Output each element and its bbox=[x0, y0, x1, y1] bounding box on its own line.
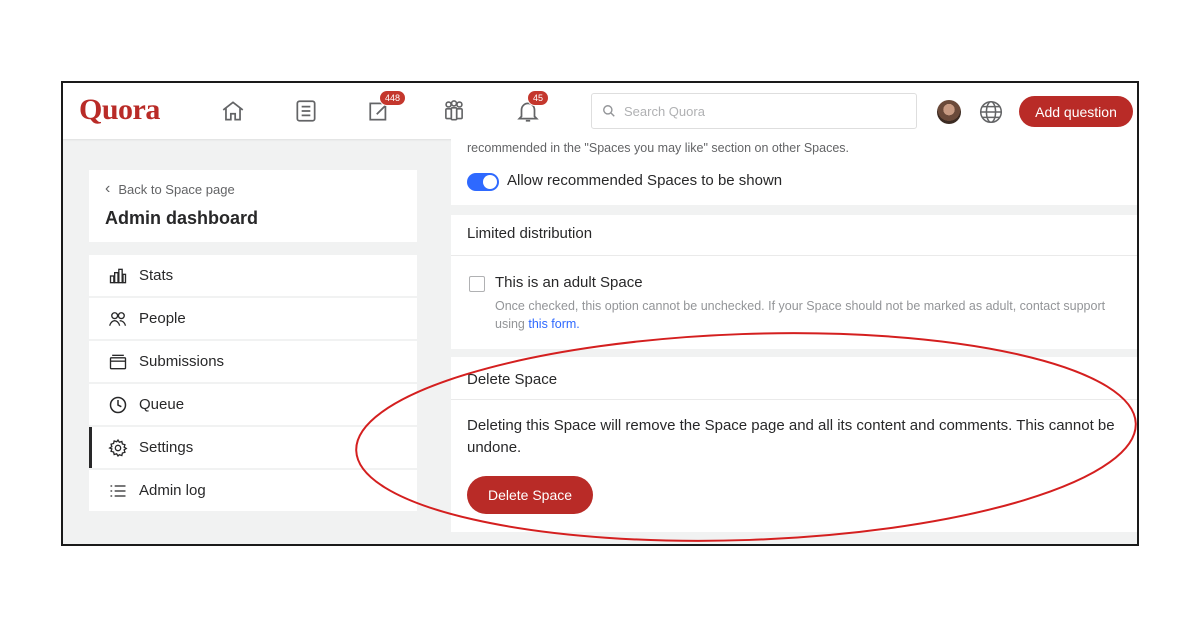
quora-logo[interactable]: Quora bbox=[79, 93, 160, 127]
adult-space-checkbox[interactable] bbox=[469, 276, 485, 292]
chevron-left-icon: ‹ bbox=[105, 180, 111, 197]
list-icon bbox=[107, 480, 129, 502]
delete-warning-text: Deleting this Space will remove the Spac… bbox=[467, 417, 1115, 456]
sidebar-item-stats[interactable]: Stats bbox=[89, 255, 417, 296]
admin-header-card: ‹ Back to Space page Admin dashboard bbox=[89, 170, 417, 242]
spaces-icon[interactable] bbox=[439, 96, 469, 126]
sidebar-item-label: Queue bbox=[139, 396, 185, 413]
gear-icon bbox=[107, 437, 129, 459]
page-title: Admin dashboard bbox=[105, 208, 259, 228]
toggle-label: Allow recommended Spaces to be shown bbox=[507, 172, 783, 189]
home-icon[interactable] bbox=[218, 96, 248, 126]
sidebar-item-label: Stats bbox=[139, 267, 174, 284]
sidebar-item-label: Admin log bbox=[139, 482, 206, 499]
back-to-space-link[interactable]: ‹ Back to Space page bbox=[105, 180, 235, 198]
search-icon bbox=[603, 105, 615, 117]
search-input[interactable] bbox=[622, 102, 906, 120]
sidebar-item-label: Settings bbox=[139, 439, 194, 456]
clock-icon bbox=[107, 394, 129, 416]
sidebar-item-label: Submissions bbox=[139, 353, 225, 370]
sidebar-item-settings[interactable]: Settings bbox=[89, 427, 417, 468]
following-icon[interactable] bbox=[291, 96, 321, 126]
checkbox-label: This is an adult Space bbox=[495, 274, 643, 291]
sidebar-item-label: People bbox=[139, 310, 186, 327]
globe-icon[interactable] bbox=[978, 99, 1004, 125]
limited-distribution-card: Limited distribution This is an adult Sp… bbox=[451, 215, 1137, 349]
checkbox-description: Once checked, this option cannot be unch… bbox=[495, 297, 1125, 333]
answer-icon[interactable]: 448 bbox=[365, 90, 407, 126]
admin-menu: Stats People Submissions Queue Settings bbox=[89, 255, 417, 513]
app-window: Quora 448 45 Add question ‹ Back to bbox=[61, 81, 1139, 546]
recommended-spaces-toggle[interactable] bbox=[467, 173, 499, 191]
divider bbox=[451, 255, 1137, 256]
sidebar-item-submissions[interactable]: Submissions bbox=[89, 341, 417, 382]
sidebar-item-admin-log[interactable]: Admin log bbox=[89, 470, 417, 511]
back-label: Back to Space page bbox=[118, 181, 235, 197]
stats-icon bbox=[107, 265, 129, 287]
top-navbar: Quora 448 45 Add question bbox=[63, 83, 1137, 139]
user-avatar[interactable] bbox=[937, 100, 961, 124]
submissions-icon bbox=[107, 351, 129, 373]
sidebar-item-queue[interactable]: Queue bbox=[89, 384, 417, 425]
delete-space-button[interactable]: Delete Space bbox=[467, 476, 593, 514]
this-form-link[interactable]: this form. bbox=[528, 317, 579, 331]
recommended-description: recommended in the "Spaces you may like"… bbox=[467, 141, 849, 155]
delete-space-card: Delete Space Deleting this Space will re… bbox=[451, 357, 1137, 532]
divider bbox=[451, 399, 1137, 400]
description-text: Once checked, this option cannot be unch… bbox=[495, 299, 1106, 331]
notifications-count-badge: 45 bbox=[527, 90, 550, 106]
section-header: Limited distribution bbox=[467, 225, 593, 242]
recommended-spaces-card: recommended in the "Spaces you may like"… bbox=[451, 137, 1137, 205]
section-header: Delete Space bbox=[467, 371, 558, 388]
people-icon bbox=[107, 308, 129, 330]
notifications-icon[interactable]: 45 bbox=[513, 90, 550, 126]
search-box[interactable] bbox=[591, 93, 917, 129]
sidebar-item-people[interactable]: People bbox=[89, 298, 417, 339]
answer-count-badge: 448 bbox=[379, 90, 407, 106]
add-question-button[interactable]: Add question bbox=[1019, 96, 1133, 127]
